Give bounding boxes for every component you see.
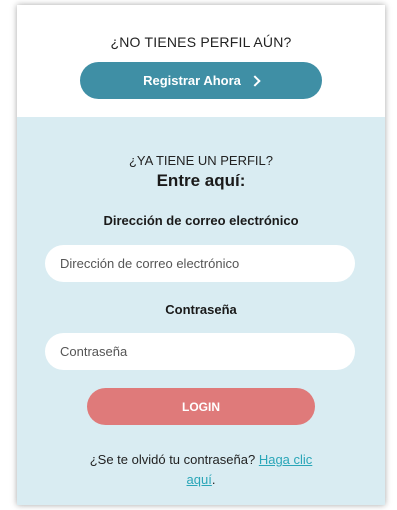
login-heading: Entre aquí: [156, 171, 246, 190]
register-button[interactable]: Registrar Ahora [80, 62, 322, 99]
forgot-password-suffix: . [211, 472, 216, 487]
forgot-password-prompt: ¿Se te olvidó tu contraseña? [89, 452, 256, 467]
forgot-password-text: ¿Se te olvidó tu contraseña? Haga clic a… [79, 450, 323, 490]
login-section: ¿YA TIENE UN PERFIL? Entre aquí: Direcci… [17, 117, 385, 505]
chevron-right-icon [249, 74, 261, 87]
register-section: ¿NO TIENES PERFIL AÚN? Registrar Ahora [17, 5, 385, 117]
register-button-label: Registrar Ahora [143, 73, 241, 88]
password-field[interactable] [45, 333, 355, 370]
email-label: Dirección de correo electrónico [103, 213, 299, 228]
password-label: Contraseña [165, 302, 237, 317]
login-card: ¿NO TIENES PERFIL AÚN? Registrar Ahora ¿… [17, 5, 385, 505]
email-field[interactable] [45, 245, 355, 282]
login-button[interactable]: LOGIN [87, 388, 315, 425]
register-heading: ¿NO TIENES PERFIL AÚN? [110, 34, 292, 50]
login-button-label: LOGIN [182, 399, 220, 414]
login-subheading: ¿YA TIENE UN PERFIL? [128, 153, 273, 168]
